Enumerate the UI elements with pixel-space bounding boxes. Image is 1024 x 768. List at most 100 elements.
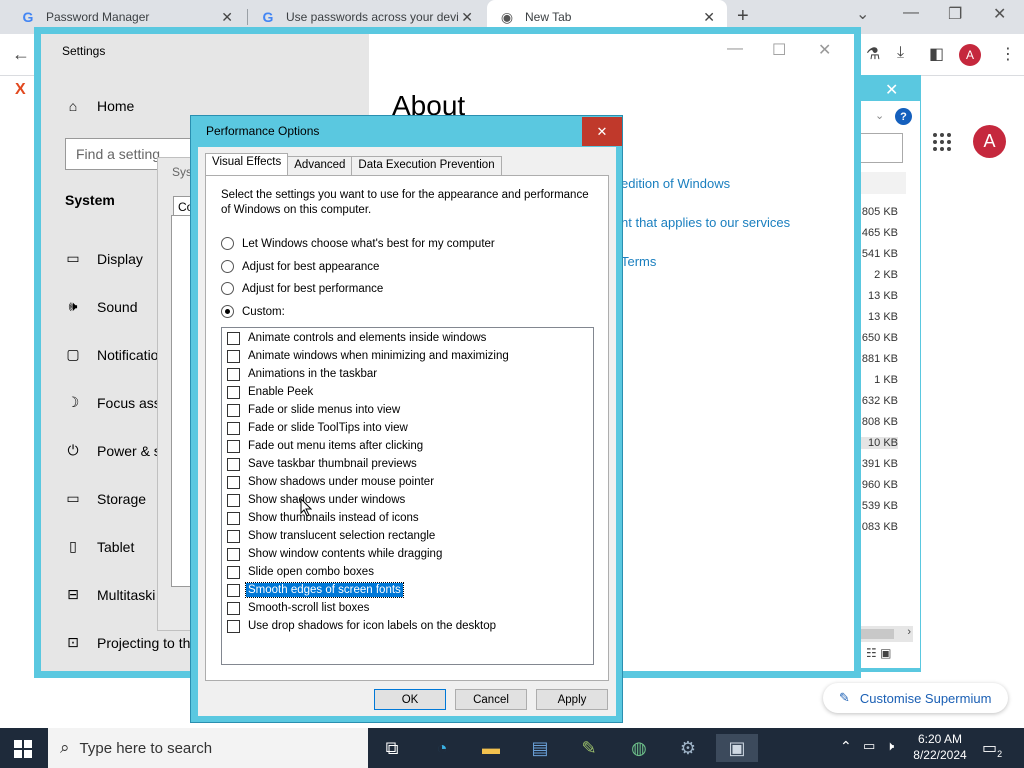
radio-button[interactable] xyxy=(221,260,234,273)
paint-app-icon[interactable]: ✎ xyxy=(575,734,603,762)
effect-list-item[interactable]: Show thumbnails instead of icons xyxy=(227,509,421,527)
effect-checkbox[interactable] xyxy=(227,619,240,633)
bookmark-favicon-icon[interactable]: X xyxy=(15,81,26,99)
settings-nav-item[interactable]: ⏻ Power & s xyxy=(63,442,160,459)
radio-option[interactable]: Let Windows choose what's best for my co… xyxy=(221,237,495,250)
network-app-icon[interactable]: ▤ xyxy=(526,734,554,762)
search-field-edge[interactable] xyxy=(856,133,903,163)
view-toggle-icons[interactable]: ☷ ▣ xyxy=(866,646,891,660)
back-icon[interactable]: ← xyxy=(12,44,30,65)
effect-checkbox[interactable] xyxy=(227,421,240,435)
effect-list-item[interactable]: Smooth edges of screen fonts xyxy=(227,581,404,599)
system-properties-app-icon[interactable]: ▣ xyxy=(716,734,758,762)
effect-list-item[interactable]: Fade or slide ToolTips into view xyxy=(227,419,410,437)
effect-checkbox[interactable] xyxy=(227,547,240,561)
radio-option[interactable]: Adjust for best appearance xyxy=(221,260,379,273)
settings-nav-item[interactable]: 🕪 Sound xyxy=(63,298,138,315)
effect-list-item[interactable]: Smooth-scroll list boxes xyxy=(227,599,371,617)
effect-checkbox[interactable] xyxy=(227,493,240,507)
effect-checkbox[interactable] xyxy=(227,565,240,579)
close-tab-icon[interactable]: ✕ xyxy=(221,9,233,26)
close-window-icon[interactable]: ✕ xyxy=(993,4,1006,24)
effect-list-item[interactable]: Show shadows under mouse pointer xyxy=(227,473,436,491)
effect-checkbox[interactable] xyxy=(227,583,240,597)
scrollbar-thumb[interactable] xyxy=(856,629,894,639)
side-panel-icon[interactable]: ◧ xyxy=(929,44,944,64)
effect-list-item[interactable]: Show translucent selection rectangle xyxy=(227,527,437,545)
radio-button[interactable] xyxy=(221,282,234,295)
network-icon[interactable]: ▭ xyxy=(863,738,875,754)
close-icon[interactable]: ✕ xyxy=(818,40,831,60)
settings-nav-item[interactable]: ⊡ Projecting to th xyxy=(63,634,190,651)
restore-icon[interactable]: ❐ xyxy=(948,4,962,24)
horizontal-scrollbar[interactable]: › xyxy=(856,626,913,642)
edge-icon[interactable]: ◔ xyxy=(428,734,456,762)
effect-list-item[interactable]: Fade out menu items after clicking xyxy=(227,437,425,455)
effect-list-item[interactable]: Animations in the taskbar xyxy=(227,365,379,383)
settings-nav-item[interactable]: ▢ Notificatio xyxy=(63,346,158,363)
tray-chevron-icon[interactable]: ⌃ xyxy=(840,738,852,755)
google-account-avatar[interactable]: A xyxy=(973,125,1006,158)
volume-muted-icon[interactable]: 🕨 xyxy=(886,738,894,754)
settings-nav-item[interactable]: ▭ Storage xyxy=(63,490,146,507)
effect-checkbox[interactable] xyxy=(227,511,240,525)
file-explorer-icon[interactable]: ▬ xyxy=(477,734,505,762)
effect-checkbox[interactable] xyxy=(227,331,240,345)
new-tab-button[interactable]: + xyxy=(737,5,749,28)
effect-checkbox[interactable] xyxy=(227,367,240,381)
minimize-icon[interactable]: — xyxy=(727,40,743,58)
radio-button[interactable] xyxy=(221,305,234,318)
download-icon[interactable]: ⤓ xyxy=(897,44,904,62)
radio-option[interactable]: Adjust for best performance xyxy=(221,282,383,295)
edition-link[interactable]: edition of Windows xyxy=(621,176,730,191)
effect-list-item[interactable]: Animate windows when minimizing and maxi… xyxy=(227,347,511,365)
effect-list-item[interactable]: Fade or slide menus into view xyxy=(227,401,402,419)
settings-nav-home[interactable]: ⌂ Home xyxy=(63,98,135,114)
taskbar-search-box[interactable]: ⌕ Type here to search xyxy=(48,728,368,768)
start-windows-icon[interactable] xyxy=(14,740,32,758)
close-tab-icon[interactable]: ✕ xyxy=(703,9,715,26)
effect-checkbox[interactable] xyxy=(227,457,240,471)
effect-checkbox[interactable] xyxy=(227,439,240,453)
tab-search-icon[interactable]: ⌄ xyxy=(856,4,869,24)
tab-data-execution-prevention[interactable]: Data Execution Prevention xyxy=(351,156,502,175)
tab-visual-effects[interactable]: Visual Effects xyxy=(205,153,289,175)
maximize-icon[interactable]: ☐ xyxy=(772,40,786,60)
settings-nav-item[interactable]: ☽ Focus assi xyxy=(63,394,164,411)
close-dialog-button[interactable]: ✕ xyxy=(582,117,622,146)
taskbar-clock[interactable]: 6:20 AM 8/22/2024 xyxy=(910,731,970,763)
close-icon[interactable]: ✕ xyxy=(885,80,898,100)
radio-button[interactable] xyxy=(221,237,234,250)
ok-button[interactable]: OK xyxy=(374,689,446,710)
browser-tab-password-manager[interactable]: G Password Manager ✕ xyxy=(20,0,245,34)
effect-checkbox[interactable] xyxy=(227,529,240,543)
menu-kebab-icon[interactable]: ⋮ xyxy=(1000,44,1016,64)
effect-checkbox[interactable] xyxy=(227,601,240,615)
labs-flask-icon[interactable]: ⚗ xyxy=(866,44,880,64)
effect-list-item[interactable]: Slide open combo boxes xyxy=(227,563,376,581)
scroll-right-icon[interactable]: › xyxy=(907,626,911,638)
effect-checkbox[interactable] xyxy=(227,475,240,489)
effect-checkbox[interactable] xyxy=(227,385,240,399)
effect-list-item[interactable]: Show window contents while dragging xyxy=(227,545,444,563)
radio-option[interactable]: Custom: xyxy=(221,305,285,318)
help-icon[interactable]: ? xyxy=(895,108,912,125)
cancel-button[interactable]: Cancel xyxy=(455,689,527,710)
terms-link[interactable]: Terms xyxy=(621,254,656,269)
globe-app-icon[interactable]: ◍ xyxy=(625,734,653,762)
google-apps-icon[interactable] xyxy=(933,133,951,151)
effect-checkbox[interactable] xyxy=(227,403,240,417)
tab-advanced[interactable]: Advanced xyxy=(287,156,353,175)
services-link[interactable]: nt that applies to our services xyxy=(621,215,790,230)
close-tab-icon[interactable]: ✕ xyxy=(461,9,473,26)
browser-tab-use-passwords[interactable]: G Use passwords across your devi ✕ xyxy=(260,0,485,34)
settings-nav-item[interactable]: ▭ Display xyxy=(63,250,143,267)
minimize-icon[interactable]: — xyxy=(903,4,919,22)
chevron-down-icon[interactable]: ⌄ xyxy=(875,109,884,122)
settings-gear-icon[interactable]: ⚙ xyxy=(674,734,702,762)
effect-list-item[interactable]: Save taskbar thumbnail previews xyxy=(227,455,419,473)
apply-button[interactable]: Apply xyxy=(536,689,608,710)
effect-list-item[interactable]: Show shadows under windows xyxy=(227,491,407,509)
task-view-icon[interactable]: ⧉ xyxy=(378,734,406,762)
effect-list-item[interactable]: Enable Peek xyxy=(227,383,315,401)
